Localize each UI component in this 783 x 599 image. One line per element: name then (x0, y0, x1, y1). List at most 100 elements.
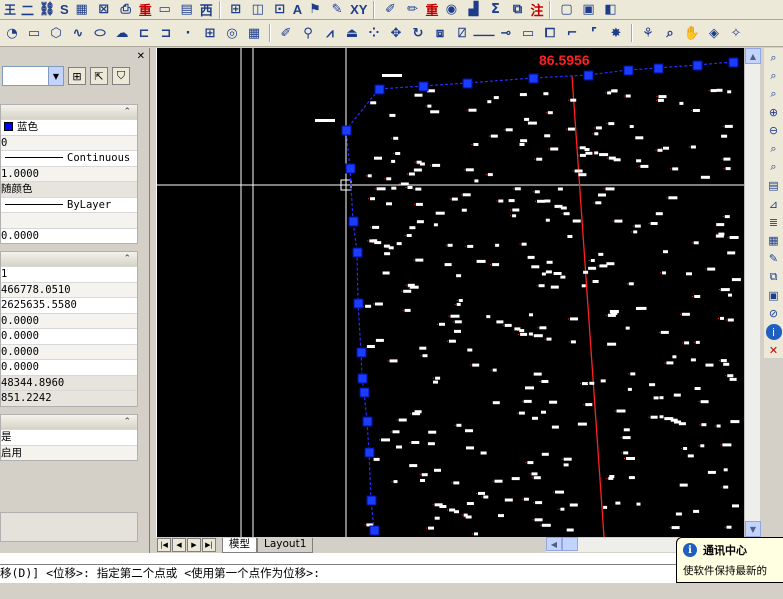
copy-icon[interactable]: ⧉ (507, 0, 527, 20)
tool-palette-icon[interactable]: ✎ (766, 251, 782, 266)
join-icon[interactable]: ⧠ (540, 23, 560, 43)
hatch-icon[interactable]: ▦ (72, 0, 92, 20)
stack-icon[interactable]: ≣ (766, 215, 782, 230)
prop-color[interactable]: 蓝色 (1, 119, 137, 135)
render-icon[interactable]: ◈ (704, 23, 724, 43)
info-icon[interactable]: i (765, 324, 782, 340)
layer-props-icon[interactable]: ▤ (766, 178, 782, 193)
prop-ltscale[interactable]: 1.0000 (1, 165, 137, 181)
sigma-icon[interactable]: Σ (485, 0, 505, 20)
grip-handle[interactable] (356, 347, 367, 358)
spline-icon[interactable]: ∿ (68, 23, 88, 43)
break-icon[interactable]: ▭ (518, 23, 538, 43)
move-icon[interactable]: ✥ (386, 23, 406, 43)
brush-icon[interactable]: ✏ (402, 0, 422, 20)
object-type-select[interactable]: ▼ (2, 66, 64, 86)
next-tab-icon[interactable]: ▶ (187, 538, 201, 552)
prop-plotstyle[interactable]: 随颜色 (1, 181, 137, 197)
zoom-icon[interactable]: ⌕ (660, 23, 680, 43)
make-block-icon[interactable]: ⊐ (156, 23, 176, 43)
grip-handle[interactable] (369, 525, 380, 536)
chevron-down-icon[interactable]: ▼ (48, 67, 63, 85)
selected-polyline[interactable] (345, 61, 734, 531)
erase-icon[interactable]: ✐ (276, 23, 296, 43)
scroll-thumb[interactable] (562, 537, 578, 551)
scroll-down-icon[interactable]: ▼ (745, 521, 761, 537)
grip-handle[interactable] (348, 216, 359, 227)
grip-handle[interactable] (528, 73, 539, 84)
prop-misc-row[interactable]: 是 (1, 429, 137, 445)
prop-linetype[interactable]: Continuous (1, 150, 137, 166)
zoom-out-icon[interactable]: ⊖ (766, 123, 782, 138)
design-center-icon[interactable]: ▦ (766, 233, 782, 248)
grip-handle[interactable] (583, 70, 594, 81)
close-icon[interactable]: ✕ (137, 51, 145, 62)
prop-geometry-row[interactable]: 1 (1, 266, 137, 282)
communication-center-balloon[interactable]: i 通讯中心 使软件保持最新的 (676, 537, 783, 583)
scale-icon[interactable]: ⧈ (430, 23, 450, 43)
snap-icon[interactable]: ⚘ (638, 23, 658, 43)
toolbar-label-6[interactable]: A (292, 2, 303, 17)
bucket-icon[interactable]: ◧ (600, 0, 620, 20)
section-collapse-icon[interactable]: ⌃ (1, 105, 137, 119)
pickadd-icon[interactable]: ⊞ (68, 67, 86, 85)
drawing-canvas[interactable] (157, 48, 744, 537)
grip-handle[interactable] (362, 416, 373, 427)
prop-geometry-row[interactable]: 851.2242 (1, 390, 137, 406)
zoom-window-icon[interactable]: ⌕ (766, 68, 782, 83)
region-icon[interactable]: ◎ (222, 23, 242, 43)
prop-geometry-row[interactable]: 0.0000 (1, 343, 137, 359)
grip-handle[interactable] (692, 60, 703, 71)
zoom-all-icon[interactable]: ⌕ (766, 141, 782, 156)
vertical-scrollbar[interactable]: ▲ ▼ (744, 48, 761, 537)
grip-handle[interactable] (357, 373, 368, 384)
toolbar-label-9[interactable]: 注 (529, 0, 544, 19)
rotate-icon[interactable]: ↻ (408, 23, 428, 43)
grip-handle[interactable] (341, 125, 352, 136)
select-objects-icon[interactable]: ⇱ (90, 67, 108, 85)
tab-model[interactable]: 模型 (222, 537, 257, 553)
drawing-area[interactable]: 86.5956 (156, 48, 744, 537)
calc-icon[interactable]: ⊘ (766, 306, 782, 321)
grip-handle[interactable] (623, 65, 634, 76)
copy-object-icon[interactable]: ⚲ (298, 23, 318, 43)
prop-geometry-row[interactable]: 0.0000 (1, 312, 137, 328)
window2-icon[interactable]: ▣ (578, 0, 598, 20)
measure-icon[interactable]: ⊡ (270, 0, 290, 20)
point-icon[interactable]: · (178, 23, 198, 43)
markup-icon[interactable]: ⧉ (766, 270, 782, 285)
zoom-realtime-icon[interactable]: ⌕ (766, 50, 782, 65)
prop-thickness[interactable]: 0.0000 (1, 227, 137, 244)
text-tool-icon[interactable]: 王 (2, 0, 18, 20)
chamfer-icon[interactable]: ⌐ (562, 23, 582, 43)
offset-icon[interactable]: ⏏ (342, 23, 362, 43)
array-icon[interactable]: ⁘ (364, 23, 384, 43)
grip-handle[interactable] (374, 84, 385, 95)
stairs-icon[interactable]: ▟ (463, 0, 483, 20)
extend-icon[interactable]: ⊸ (496, 23, 516, 43)
prop-misc-row[interactable]: 启用 (1, 444, 137, 460)
mark-icon[interactable]: ⚑ (305, 0, 325, 20)
tab-layout1[interactable]: Layout1 (257, 537, 314, 553)
trim-icon[interactable]: ⸺ (473, 23, 495, 43)
grip-handle[interactable] (462, 78, 473, 89)
toolbar-label-0[interactable]: 二 (20, 0, 35, 19)
print-icon[interactable]: ⎙ (116, 0, 136, 20)
stretch-icon[interactable]: ⍁ (452, 23, 472, 43)
toolbar-label-4[interactable]: 重 (138, 0, 153, 19)
polygon-icon[interactable]: ⬡ (46, 23, 66, 43)
light-icon[interactable]: ✧ (726, 23, 746, 43)
scroll-left-button[interactable]: ◀ (546, 537, 562, 551)
scroll-left-icon[interactable]: ◀ (546, 537, 584, 552)
sheet-set-icon[interactable]: ▣ (766, 288, 782, 303)
grip-handle[interactable] (345, 163, 356, 174)
toolbar-label-7[interactable]: XY (349, 2, 368, 17)
snap-settings-icon[interactable]: ⊿ (766, 196, 782, 211)
toolbar-label-5[interactable]: 西 (199, 0, 214, 19)
cross-icon[interactable]: ⊠ (94, 0, 114, 20)
prop-layer[interactable]: 0 (1, 134, 137, 150)
pan-icon[interactable]: ✋ (682, 23, 702, 43)
grip-handle[interactable] (728, 57, 739, 68)
insert-block-icon[interactable]: ⊏ (134, 23, 154, 43)
explode-icon[interactable]: ✸ (606, 23, 626, 43)
